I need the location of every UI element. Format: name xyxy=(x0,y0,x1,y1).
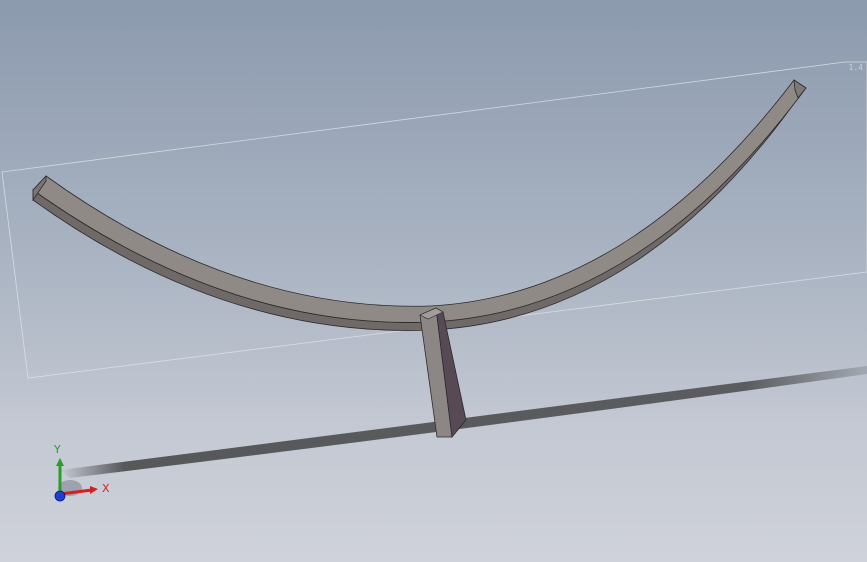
triad-x-label: X xyxy=(102,482,110,495)
triad-graphic xyxy=(54,458,98,502)
coordinate-triad: Y X xyxy=(30,438,120,513)
triad-y-label: Y xyxy=(54,443,61,456)
curved-beam-top[interactable] xyxy=(32,79,807,323)
graphics-viewport[interactable]: Y X 1.4 xyxy=(0,0,867,562)
model-scene[interactable] xyxy=(0,0,867,562)
corner-tag: 1.4 xyxy=(848,63,863,72)
